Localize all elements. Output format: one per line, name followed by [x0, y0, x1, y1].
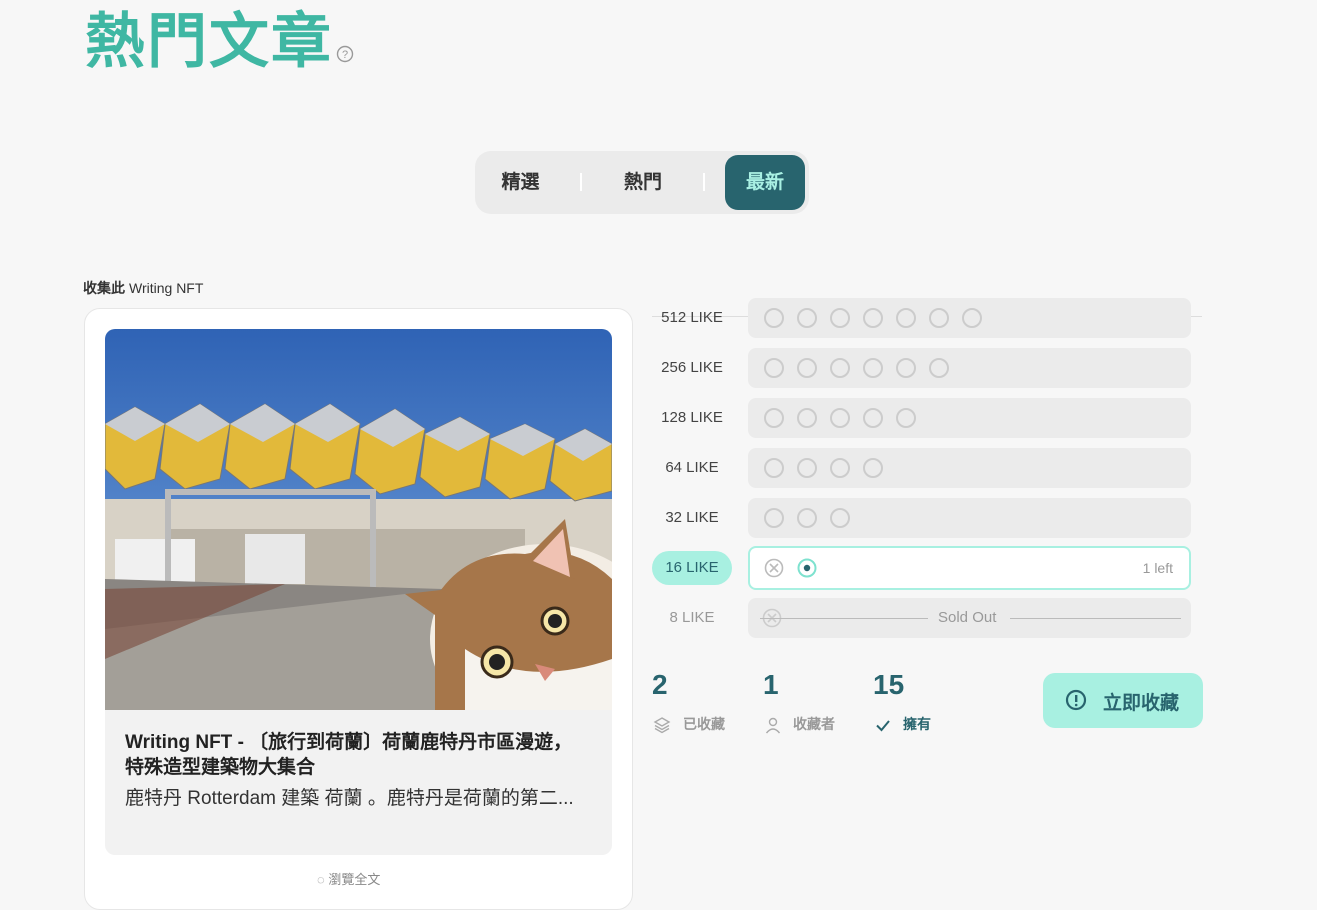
tier-bar-64[interactable]: [748, 448, 1191, 488]
sold-out-label: Sold Out: [938, 609, 997, 626]
article-title[interactable]: Writing NFT - 〔旅行到荷蘭〕荷蘭鹿特丹市區漫遊，特殊造型建築物大集…: [125, 730, 585, 780]
tier-bar-512[interactable]: [748, 298, 1191, 338]
slot-circle: [764, 508, 784, 528]
tab-divider: [703, 173, 705, 191]
tier-label: 8 LIKE: [669, 609, 715, 626]
collect-now-button[interactable]: 立即收藏: [1043, 673, 1203, 728]
tier-bar-32[interactable]: [748, 498, 1191, 538]
collect-name: Writing NFT: [129, 280, 204, 296]
collect-prefix: 收集此: [83, 280, 125, 296]
tier-bar-8: Sold Out: [748, 598, 1191, 638]
article-cover-image: [105, 329, 612, 710]
tier-bar-256[interactable]: [748, 348, 1191, 388]
slot-circle: [830, 408, 850, 428]
slot-circle: [896, 408, 916, 428]
collect-heading: 收集此 Writing NFT: [83, 278, 203, 298]
owned-count: 15: [873, 669, 905, 700]
info-circle-icon: [1065, 689, 1087, 711]
question-circle-icon[interactable]: ?: [336, 45, 354, 63]
tier-label-active: 16 LIKE: [652, 551, 732, 585]
collectors-count: 1: [763, 669, 779, 700]
sold-out-line: [1010, 618, 1181, 619]
slot-circle: [863, 408, 883, 428]
tab-bar: 精選 熱門 最新: [475, 151, 809, 214]
tier-label: 32 LIKE: [665, 509, 719, 526]
slot-circle: [830, 308, 850, 328]
sold-out-line: [760, 618, 928, 619]
remaining-count: 1 left: [1142, 560, 1173, 576]
slot-circle: [863, 458, 883, 478]
tab-divider: [580, 173, 582, 191]
available-slot-icon[interactable]: [797, 558, 817, 578]
collect-now-label: 立即收藏: [1103, 693, 1180, 714]
page-title: 熱門文章: [85, 8, 333, 75]
slot-circle: [764, 358, 784, 378]
slot-circle: [797, 508, 817, 528]
nft-card[interactable]: Writing NFT - 〔旅行到荷蘭〕荷蘭鹿特丹市區漫遊，特殊造型建築物大集…: [84, 308, 633, 910]
owned-label: 擁有: [903, 716, 931, 732]
slot-circle: [797, 308, 817, 328]
slot-circle: [797, 358, 817, 378]
tier-bar-16[interactable]: 1 left: [748, 546, 1191, 590]
tier-label: 128 LIKE: [661, 409, 723, 426]
person-icon: [765, 717, 781, 734]
slot-circle: [764, 308, 784, 328]
article-description: 鹿特丹 Rotterdam 建築 荷蘭 。鹿特丹是荷蘭的第二...: [125, 788, 574, 809]
tab-featured[interactable]: 精選: [483, 155, 558, 210]
slot-circle: [962, 308, 982, 328]
collectors-label: 收藏者: [793, 716, 835, 732]
check-icon: [876, 720, 890, 732]
slot-circle: [863, 358, 883, 378]
slot-circle: [896, 308, 916, 328]
slot-circle: [797, 458, 817, 478]
slot-circle: [830, 458, 850, 478]
slot-circle: [863, 308, 883, 328]
svg-text:?: ?: [342, 49, 348, 61]
tier-label: 512 LIKE: [661, 309, 723, 326]
read-more-link[interactable]: ◌ 瀏覽全文: [317, 869, 380, 888]
slot-circle: [764, 458, 784, 478]
slot-circle: [764, 408, 784, 428]
slot-circle: [929, 308, 949, 328]
layers-icon: [653, 717, 671, 734]
slot-circle: [929, 358, 949, 378]
tier-list: 512 LIKE 256 LIKE 128 LIKE 64 LIKE 32 LI…: [640, 298, 1202, 648]
slot-circle: [830, 508, 850, 528]
tier-bar-128[interactable]: [748, 398, 1191, 438]
tier-label: 64 LIKE: [665, 459, 719, 476]
sold-slot-icon: [764, 558, 784, 578]
slot-circle: [830, 358, 850, 378]
tab-latest[interactable]: 最新: [725, 155, 805, 210]
card-body: Writing NFT - 〔旅行到荷蘭〕荷蘭鹿特丹市區漫遊，特殊造型建築物大集…: [105, 710, 612, 855]
tab-popular[interactable]: 熱門: [603, 155, 683, 210]
slot-circle: [896, 358, 916, 378]
collected-label: 已收藏: [683, 716, 725, 732]
tier-label: 256 LIKE: [661, 359, 723, 376]
slot-circle: [797, 408, 817, 428]
collected-count: 2: [652, 669, 668, 700]
